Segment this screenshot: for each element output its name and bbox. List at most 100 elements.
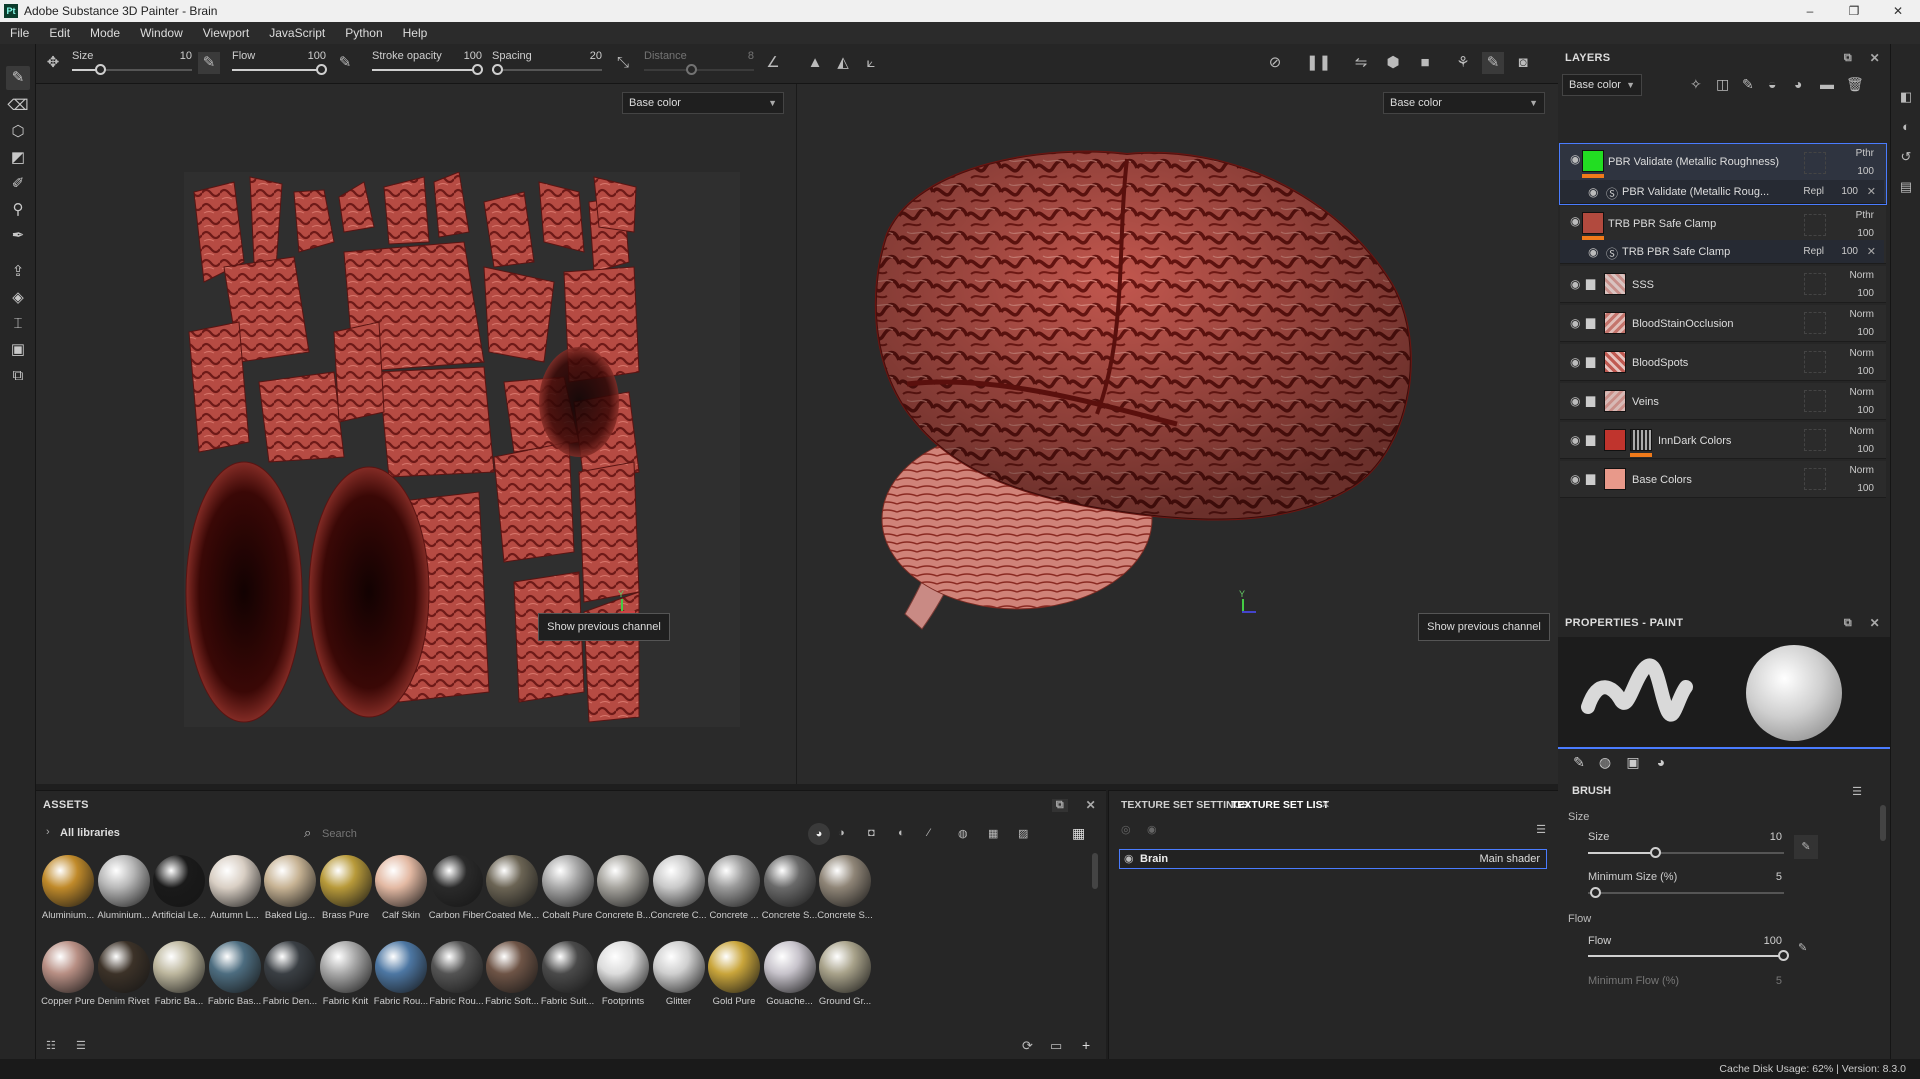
filter-brushes-icon[interactable]: ⁄ [928, 827, 930, 839]
remove-effect-icon[interactable]: ✕ [1867, 245, 1876, 258]
flow-pen-pressure-icon[interactable]: ✎ [334, 52, 356, 74]
layer-mask-slot[interactable] [1804, 214, 1826, 236]
layer-opacity[interactable]: 100 [1857, 228, 1874, 239]
layer-mask-slot[interactable] [1804, 390, 1826, 412]
grid-view-icon[interactable]: ▦ [1072, 825, 1085, 842]
texture-set-item[interactable]: ◉ Brain Main shader [1119, 849, 1547, 869]
folder-icon[interactable]: ▆ [1586, 432, 1595, 446]
show-previous-channel-button-2d[interactable]: Show previous channel [538, 613, 670, 641]
paint-mode-icon[interactable]: ✎ [1482, 52, 1504, 74]
symmetry-mirror-icon[interactable]: ◭ [832, 52, 854, 74]
transform-icon[interactable]: ⟀ [860, 52, 882, 74]
symmetry-icon[interactable]: ▲ [804, 52, 826, 74]
min-size-slider-track[interactable] [1588, 892, 1784, 894]
window-icon[interactable]: ▭ [1050, 1038, 1062, 1054]
history-icon[interactable]: ↺ [1897, 148, 1915, 166]
remove-effect-icon[interactable]: ✕ [1867, 185, 1876, 198]
clone-stamp-icon[interactable]: ⚲ [6, 198, 30, 222]
visibility-eye-icon[interactable]: ◉ [1570, 152, 1580, 166]
close-panel-icon[interactable]: ✕ [1870, 51, 1880, 65]
material-item[interactable]: Glitter [651, 941, 707, 1007]
menu-viewport[interactable]: Viewport [193, 26, 259, 40]
material-item[interactable]: Coated Me... [484, 855, 540, 921]
color-picker-icon[interactable]: ✒ [6, 224, 30, 248]
angle-icon[interactable]: ∠ [762, 52, 784, 74]
effect-blend-mode[interactable]: Repl [1803, 246, 1824, 257]
filter-smart-materials-icon[interactable]: ◑ [838, 827, 845, 839]
effect-opacity[interactable]: 100 [1841, 246, 1858, 257]
blend-mode[interactable]: Norm [1850, 270, 1874, 281]
material-item[interactable]: Carbon Fiber [429, 855, 485, 921]
material-item[interactable]: Fabric Rou... [429, 941, 485, 1007]
channel-select-2d[interactable]: Base color ▼ [622, 92, 784, 114]
menu-file[interactable]: File [0, 26, 39, 40]
effect-blend-mode[interactable]: Repl [1803, 186, 1824, 197]
size-pen-pressure-icon[interactable]: ✎ [198, 52, 220, 74]
filter-materials-icon[interactable]: ◕ [808, 823, 830, 845]
effect-visibility-eye-icon[interactable]: ◉ [1588, 185, 1598, 199]
menu-python[interactable]: Python [335, 26, 392, 40]
material-item[interactable]: Baked Lig... [262, 855, 318, 921]
menu-help[interactable]: Help [393, 26, 438, 40]
blend-mode[interactable]: Norm [1850, 426, 1874, 437]
distance-slider-knob[interactable] [686, 64, 697, 75]
delete-layer-icon[interactable]: 🗑 [1846, 76, 1864, 93]
add-effect-icon[interactable]: ✧ [1690, 76, 1702, 93]
eraser-icon[interactable]: ⌫ [6, 94, 30, 118]
material-item[interactable]: Calf Skin [373, 855, 429, 921]
close-window-button[interactable]: ✕ [1876, 0, 1920, 22]
brush-menu-icon[interactable]: ☰ [1852, 785, 1862, 798]
material-item[interactable]: Aluminium... [40, 855, 96, 921]
layer-row[interactable]: ◉ TRB PBR Safe Clamp Pthr 100 ◉ Ⓢ TRB PB… [1560, 206, 1886, 264]
layer-opacity[interactable]: 100 [1857, 288, 1874, 299]
lazy-mouse-icon[interactable]: ⤡ [612, 52, 634, 74]
layer-mask-slot[interactable] [1804, 273, 1826, 295]
pause-icon[interactable]: ❚❚ [1306, 52, 1331, 74]
layer-folder-row[interactable]: ◉ ▆ Base Colors Norm 100 [1560, 461, 1886, 498]
stroke-opacity-slider[interactable]: Stroke opacity 100 [372, 48, 483, 80]
uv-icon[interactable]: ⧉ [6, 364, 30, 388]
material-item[interactable]: Gouache... [762, 941, 818, 1007]
blend-mode[interactable]: Norm [1850, 465, 1874, 476]
layer-mask-slot[interactable] [1804, 468, 1826, 490]
visibility-eye-icon[interactable]: ◉ [1570, 277, 1580, 291]
layer-opacity[interactable]: 100 [1857, 405, 1874, 416]
blend-mode[interactable]: Norm [1850, 348, 1874, 359]
texture-set-icon[interactable]: ◧ [1897, 88, 1915, 106]
layer-row[interactable]: ◉ PBR Validate (Metallic Roughness) Pthr… [1559, 143, 1887, 205]
cube-view-icon[interactable]: ⬢ [1382, 52, 1404, 74]
texture-set-visibility-icon[interactable]: ◉ [1124, 852, 1134, 865]
filter-generators-icon[interactable]: ◐ [898, 827, 905, 839]
log-icon[interactable]: ▤ [1897, 178, 1915, 196]
folder-icon[interactable]: ▆ [1586, 315, 1595, 329]
split-view-icon[interactable]: ⇋ [1350, 52, 1372, 74]
hide-ui-icon[interactable]: ⊘ [1264, 52, 1286, 74]
material-item[interactable]: Fabric Soft... [484, 941, 540, 1007]
layer-opacity[interactable]: 100 [1857, 366, 1874, 377]
flow-slider-knob[interactable] [316, 64, 327, 75]
folder-icon[interactable]: ▆ [1586, 471, 1595, 485]
visibility-eye-icon[interactable]: ◉ [1570, 355, 1580, 369]
layer-folder-row[interactable]: ◉ ▆ SSS Norm 100 [1560, 266, 1886, 303]
spacing-slider-knob[interactable] [492, 64, 503, 75]
filter-alphas-icon[interactable]: ◍ [958, 827, 968, 840]
layer-effect-row[interactable]: ◉ Ⓢ TRB PBR Safe Clamp Repl 100 ✕ [1560, 240, 1884, 264]
refresh-icon[interactable]: ⟳ [1022, 1038, 1033, 1054]
folder-icon[interactable]: ▆ [1586, 276, 1595, 290]
maximize-button[interactable]: ❐ [1832, 0, 1876, 22]
close-panel-icon[interactable]: ✕ [1870, 616, 1880, 630]
material-item[interactable]: Fabric Suit... [540, 941, 596, 1007]
layer-folder-row[interactable]: ◉ ▆ BloodSpots Norm 100 [1560, 344, 1886, 381]
add-folder-icon[interactable]: ▬ [1820, 76, 1834, 92]
flow-pressure-icon[interactable]: ✎ [1798, 941, 1807, 954]
render-icon[interactable]: ⚘ [1452, 52, 1474, 74]
size-slider-knob[interactable] [1650, 847, 1661, 858]
brush-preset-icon[interactable]: ✥ [42, 52, 64, 74]
effect-opacity[interactable]: 100 [1841, 186, 1858, 197]
size-slider[interactable]: Size 10 [72, 48, 192, 80]
chevron-right-icon[interactable]: › [46, 826, 50, 838]
assets-scrollbar[interactable] [1092, 853, 1098, 889]
material-item[interactable]: Gold Pure [706, 941, 762, 1007]
min-size-slider-knob[interactable] [1590, 887, 1601, 898]
material-item[interactable]: Concrete S... [817, 855, 873, 921]
